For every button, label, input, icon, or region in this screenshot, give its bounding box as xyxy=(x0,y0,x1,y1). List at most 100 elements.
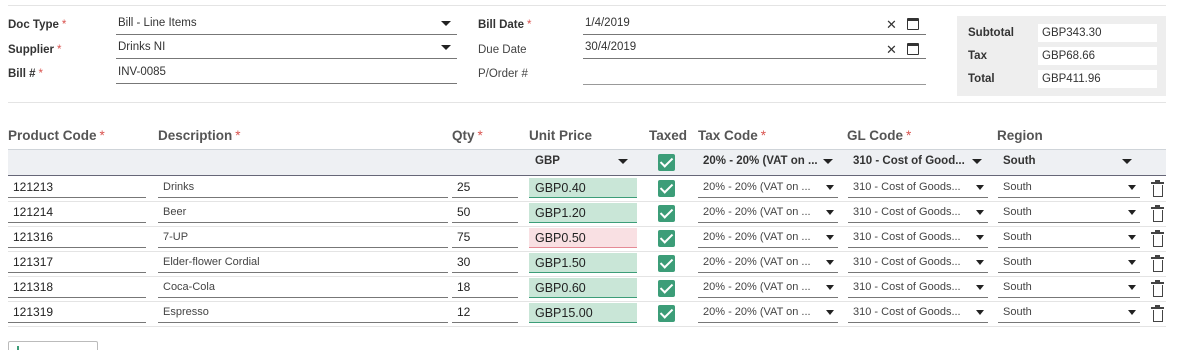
region-select[interactable]: South xyxy=(998,303,1140,323)
chevron-down-icon xyxy=(976,210,984,215)
description-input[interactable]: Drinks xyxy=(158,178,448,198)
tax-code-select[interactable]: 20% - 20% (VAT on ... xyxy=(698,203,838,223)
product-code-input[interactable]: 121319 xyxy=(8,303,146,323)
tax-code-select[interactable]: 20% - 20% (VAT on ... xyxy=(698,303,838,323)
unit-price-input[interactable]: GBP1.20 xyxy=(529,203,637,223)
top-divider xyxy=(8,5,1166,6)
chevron-down-icon xyxy=(976,285,984,290)
region-select[interactable]: South xyxy=(998,278,1140,298)
trash-icon[interactable] xyxy=(1151,255,1164,272)
gl-code-select[interactable]: 310 - Cost of Goods... xyxy=(848,178,988,198)
unit-price-input[interactable]: GBP0.50 xyxy=(529,228,637,248)
col-taxed: Taxed xyxy=(649,128,688,143)
doc-type-select[interactable]: Bill - Line Items xyxy=(116,13,457,35)
default-tax-code-select[interactable]: 20% - 20% (VAT on ... xyxy=(703,155,818,167)
description-input[interactable]: 7-UP xyxy=(158,228,448,248)
product-code-input[interactable]: 121316 xyxy=(8,228,146,248)
add-line-button[interactable] xyxy=(8,341,98,350)
chevron-down-icon xyxy=(1122,159,1132,164)
gl-code-select[interactable]: 310 - Cost of Goods... xyxy=(848,278,988,298)
product-code-input[interactable]: 121318 xyxy=(8,278,146,298)
qty-input[interactable]: 18 xyxy=(452,278,518,298)
product-code-input[interactable]: 121213 xyxy=(8,178,146,198)
trash-icon[interactable] xyxy=(1151,305,1164,322)
region-select[interactable]: South xyxy=(998,178,1140,198)
due-date-input[interactable]: 30/4/2019 xyxy=(583,37,926,59)
col-gl-code: GL Code * xyxy=(847,128,912,143)
default-gl-code-select[interactable]: 310 - Cost of Good... xyxy=(853,155,966,167)
tax-code-select[interactable]: 20% - 20% (VAT on ... xyxy=(698,278,838,298)
chevron-down-icon xyxy=(976,235,984,240)
gl-code-select[interactable]: 310 - Cost of Goods... xyxy=(848,203,988,223)
description-input[interactable]: Elder-flower Cordial xyxy=(158,253,448,273)
col-unit-price: Unit Price xyxy=(529,128,593,143)
calendar-icon[interactable] xyxy=(907,43,919,55)
tax-code-select[interactable]: 20% - 20% (VAT on ... xyxy=(698,178,838,198)
trash-icon[interactable] xyxy=(1151,230,1164,247)
taxed-all-checkbox[interactable] xyxy=(658,154,675,171)
chevron-down-icon xyxy=(826,285,834,290)
description-input[interactable]: Beer xyxy=(158,203,448,223)
region-select[interactable]: South xyxy=(998,203,1140,223)
tax-label: Tax xyxy=(968,50,987,62)
region-select[interactable]: South xyxy=(998,253,1140,273)
col-product-code: Product Code * xyxy=(8,128,105,143)
gl-code-select[interactable]: 310 - Cost of Goods... xyxy=(848,253,988,273)
po-label: P/Order # xyxy=(478,68,528,80)
bill-number-input[interactable]: INV-0085 xyxy=(116,62,457,84)
chevron-down-icon xyxy=(1128,310,1136,315)
chevron-down-icon xyxy=(1128,185,1136,190)
gl-code-select[interactable]: 310 - Cost of Goods... xyxy=(848,228,988,248)
product-code-input[interactable]: 121317 xyxy=(8,253,146,273)
default-region-select[interactable]: South xyxy=(1003,155,1036,167)
unit-price-input[interactable]: GBP0.60 xyxy=(529,278,637,298)
row-divider xyxy=(8,276,1166,277)
totals-panel: Subtotal GBP343.30 Tax GBP68.66 Total GB… xyxy=(957,16,1166,96)
qty-input[interactable]: 75 xyxy=(452,228,518,248)
subtotal-label: Subtotal xyxy=(968,27,1014,39)
tax-code-select[interactable]: 20% - 20% (VAT on ... xyxy=(698,253,838,273)
col-tax-code: Tax Code * xyxy=(698,128,767,143)
po-input[interactable] xyxy=(583,63,926,85)
region-select[interactable]: South xyxy=(998,228,1140,248)
trash-icon[interactable] xyxy=(1151,180,1164,197)
bill-date-label: Bill Date * xyxy=(478,19,532,31)
taxed-checkbox[interactable] xyxy=(658,255,675,272)
col-region: Region xyxy=(997,128,1043,143)
calendar-icon[interactable] xyxy=(907,18,919,30)
total-label: Total xyxy=(968,73,995,85)
qty-input[interactable]: 30 xyxy=(452,253,518,273)
chevron-down-icon xyxy=(826,185,834,190)
unit-price-input[interactable]: GBP0.40 xyxy=(529,178,637,198)
qty-input[interactable]: 25 xyxy=(452,178,518,198)
chevron-down-icon xyxy=(826,235,834,240)
close-icon[interactable]: ✕ xyxy=(886,18,897,31)
trash-icon[interactable] xyxy=(1151,280,1164,297)
taxed-checkbox[interactable] xyxy=(658,305,675,322)
chevron-down-icon xyxy=(441,45,451,50)
qty-input[interactable]: 12 xyxy=(452,303,518,323)
taxed-checkbox[interactable] xyxy=(658,180,675,197)
tax-code-select[interactable]: 20% - 20% (VAT on ... xyxy=(698,228,838,248)
description-input[interactable]: Coca-Cola xyxy=(158,278,448,298)
currency-select[interactable]: GBP xyxy=(535,155,560,167)
bill-number-label: Bill # * xyxy=(8,68,43,80)
chevron-down-icon xyxy=(441,21,451,26)
chevron-down-icon xyxy=(1128,235,1136,240)
unit-price-input[interactable]: GBP1.50 xyxy=(529,253,637,273)
chevron-down-icon xyxy=(618,159,628,164)
gl-code-select[interactable]: 310 - Cost of Goods... xyxy=(848,303,988,323)
taxed-checkbox[interactable] xyxy=(658,230,675,247)
unit-price-input[interactable]: GBP15.00 xyxy=(529,303,637,323)
trash-icon[interactable] xyxy=(1151,205,1164,222)
qty-input[interactable]: 50 xyxy=(452,203,518,223)
row-divider xyxy=(8,251,1166,252)
product-code-input[interactable]: 121214 xyxy=(8,203,146,223)
description-input[interactable]: Espresso xyxy=(158,303,448,323)
taxed-checkbox[interactable] xyxy=(658,280,675,297)
close-icon[interactable]: ✕ xyxy=(886,43,897,56)
bill-date-input[interactable]: 1/4/2019 xyxy=(583,13,926,35)
supplier-label: Supplier * xyxy=(8,44,62,56)
taxed-checkbox[interactable] xyxy=(658,205,675,222)
supplier-select[interactable]: Drinks NI xyxy=(116,37,457,59)
